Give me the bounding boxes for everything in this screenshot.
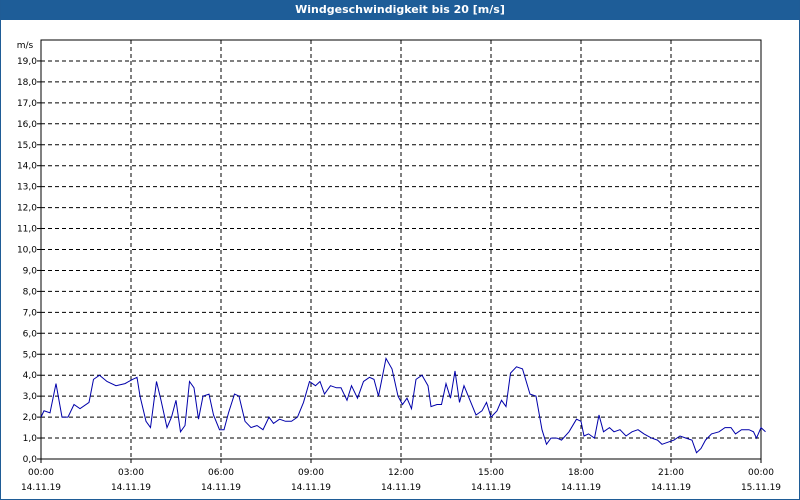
y-tick-label: 10,0 bbox=[17, 246, 37, 256]
y-tick-label: 13,0 bbox=[17, 183, 37, 193]
x-tick-time-label: 03:00 bbox=[118, 468, 144, 478]
chart-window: Windgeschwindigkeit bis 20 [m/s] 0,0 1,0 2… bbox=[0, 0, 800, 500]
x-tick-time-label: 09:00 bbox=[298, 468, 324, 478]
y-tick-label: 19,0 bbox=[17, 57, 37, 67]
x-tick-time-label: 06:00 bbox=[208, 468, 234, 478]
x-tick-date-label: 14.11.19 bbox=[21, 483, 61, 493]
y-tick-label: 17,0 bbox=[17, 99, 37, 109]
x-tick-date-label: 14.11.19 bbox=[201, 483, 241, 493]
x-tick-time-label: 18:00 bbox=[568, 468, 594, 478]
series-layer bbox=[40, 356, 766, 454]
y-tick-label: 12,0 bbox=[17, 204, 37, 214]
x-tick-date-label: 14.11.19 bbox=[291, 483, 331, 493]
y-tick-label: 2,0 bbox=[23, 413, 38, 423]
y-tick-label: 5,0 bbox=[23, 350, 38, 360]
wind-speed-series-line bbox=[40, 356, 766, 454]
x-tick-date-label: 14.11.19 bbox=[111, 483, 151, 493]
x-tick-time-label: 00:00 bbox=[28, 468, 54, 478]
x-tick-date-label: 15.11.19 bbox=[741, 483, 781, 493]
y-axis-label: m/s bbox=[17, 41, 34, 51]
window-title: Windgeschwindigkeit bis 20 [m/s] bbox=[1, 0, 799, 20]
grid-layer bbox=[41, 40, 761, 459]
y-tick-label: 9,0 bbox=[23, 266, 38, 276]
y-tick-label: 1,0 bbox=[23, 434, 38, 444]
y-tick-label: 11,0 bbox=[17, 225, 37, 235]
y-tick-label: 15,0 bbox=[17, 141, 37, 151]
y-tick-label: 4,0 bbox=[23, 371, 38, 381]
x-tick-time-label: 12:00 bbox=[388, 468, 414, 478]
x-tick-date-label: 14.11.19 bbox=[561, 483, 601, 493]
y-tick-label: 6,0 bbox=[23, 329, 38, 339]
y-tick-label: 7,0 bbox=[23, 308, 38, 318]
x-tick-date-label: 14.11.19 bbox=[471, 483, 511, 493]
axis-layer: 0,0 1,0 2,0 3,0 4,0 5,0 6,0 7,0 8,0 9,0 10,0 11,0 12… bbox=[17, 39, 781, 493]
x-tick-time-label: 15:00 bbox=[478, 468, 504, 478]
y-tick-label: 8,0 bbox=[23, 287, 38, 297]
x-tick-time-label: 21:00 bbox=[658, 468, 684, 478]
y-tick-label: 18,0 bbox=[17, 78, 37, 88]
x-tick-date-label: 14.11.19 bbox=[651, 483, 691, 493]
y-tick-label: 14,0 bbox=[17, 162, 37, 172]
y-tick-label: 3,0 bbox=[23, 392, 38, 402]
x-tick-time-label: 00:00 bbox=[748, 468, 774, 478]
y-tick-label: 16,0 bbox=[17, 120, 37, 130]
y-tick-label: 0,0 bbox=[23, 455, 38, 465]
x-tick-date-label: 14.11.19 bbox=[381, 483, 421, 493]
wind-speed-chart: 0,0 1,0 2,0 3,0 4,0 5,0 6,0 7,0 8,0 9,0 10,0 11,0 12… bbox=[17, 39, 781, 493]
